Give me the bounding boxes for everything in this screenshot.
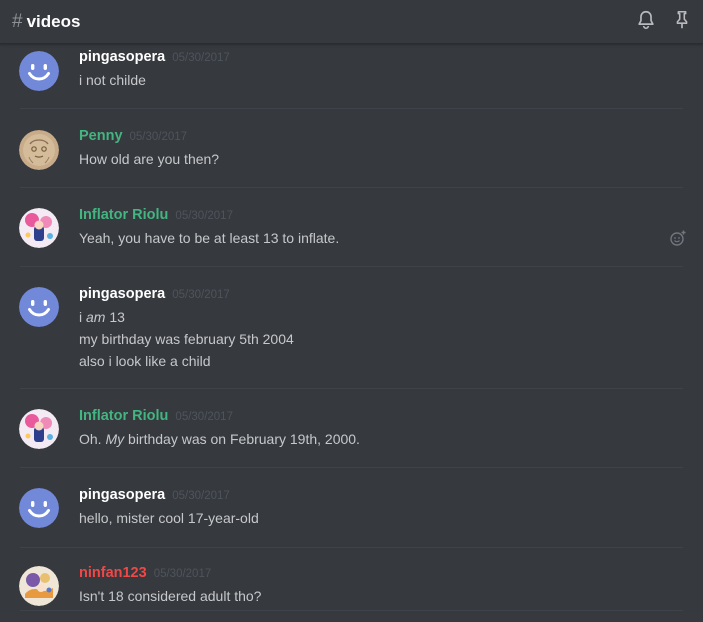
discord-default-avatar[interactable] — [19, 488, 59, 528]
channel-header: # videos — [0, 0, 703, 44]
message-text: i am 13 — [79, 309, 125, 325]
header-toolbar — [635, 9, 693, 31]
timestamp: 05/30/2017 — [172, 52, 230, 64]
message-text: How old are you then? — [79, 151, 220, 167]
timestamp: 05/30/2017 — [172, 289, 230, 301]
timestamp: 05/30/2017 — [175, 210, 233, 222]
discord-default-avatar[interactable] — [19, 51, 59, 91]
timestamp: 05/30/2017 — [172, 490, 230, 502]
message-text: i not childe — [79, 72, 146, 88]
channel-name: videos — [26, 11, 81, 31]
bell-icon[interactable] — [635, 9, 657, 31]
message-divider — [20, 610, 683, 611]
message: pingasopera 05/30/2017 hello, mister coo… — [0, 468, 703, 547]
timestamp: 05/30/2017 — [153, 568, 212, 580]
message: Inflator Riolu 05/30/2017 Oh. My birthda… — [0, 389, 703, 467]
author-name[interactable]: Inflator Riolu — [79, 408, 168, 424]
author-name[interactable]: Inflator Riolu — [79, 207, 168, 223]
message: pingasopera 05/30/2017 i not childe — [0, 44, 703, 108]
ninfan123-avatar[interactable] — [19, 566, 59, 606]
message: pingasopera 05/30/2017 i am 13 my birthd… — [0, 267, 703, 388]
author-name[interactable]: ninfan123 — [79, 565, 147, 581]
timestamp: 05/30/2017 — [175, 411, 233, 423]
message-text: also i look like a child — [79, 353, 211, 369]
author-name[interactable]: pingasopera — [79, 49, 165, 65]
message: Penny 05/30/2017 How old are you then? — [0, 109, 703, 187]
message: Inflator Riolu 05/30/2017 Yeah, you have… — [0, 188, 703, 266]
penny-avatar[interactable] — [19, 130, 59, 170]
timestamp: 05/30/2017 — [129, 131, 188, 143]
message-text: Yeah, you have to be at least 13 to infl… — [79, 230, 340, 246]
channel-hash-icon: # — [12, 10, 23, 32]
message-text: Isn't 18 considered adult tho? — [79, 588, 262, 604]
message-text: my birthday was february 5th 2004 — [79, 331, 294, 347]
author-name[interactable]: pingasopera — [79, 487, 165, 503]
message-text: Oh. My birthday was on February 19th, 20… — [79, 431, 360, 447]
message-text: hello, mister cool 17-year-old — [79, 510, 259, 526]
author-name[interactable]: pingasopera — [79, 286, 165, 302]
add-reaction-icon[interactable] — [669, 229, 687, 247]
message-list[interactable]: pingasopera 05/30/2017 i not childe Penn… — [0, 44, 703, 622]
inflator-riolu-avatar[interactable] — [19, 409, 59, 449]
author-name[interactable]: Penny — [79, 128, 123, 144]
discord-default-avatar[interactable] — [19, 287, 59, 327]
pin-icon[interactable] — [671, 9, 693, 31]
inflator-riolu-avatar[interactable] — [19, 208, 59, 248]
